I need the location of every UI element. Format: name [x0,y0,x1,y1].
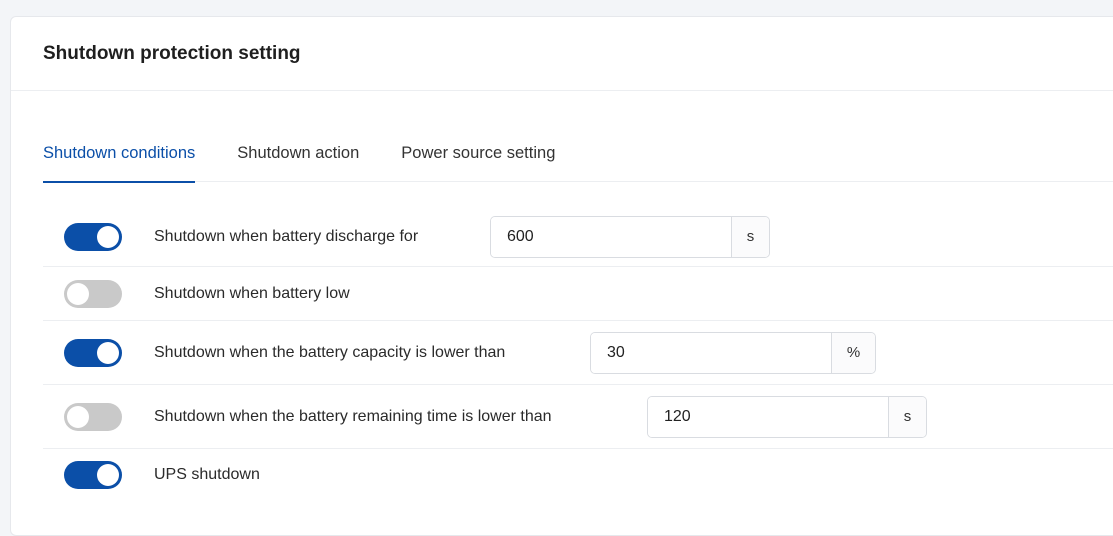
shutdown-conditions-list: Shutdown when battery discharge for s Sh… [43,207,1113,501]
toggle-knob [67,405,89,428]
condition-row-ups-shutdown: UPS shutdown [43,449,1113,501]
battery-low-toggle[interactable] [64,279,122,308]
toggle-knob [67,282,89,305]
remaining-time-unit: s [888,396,926,437]
condition-row-battery-low: Shutdown when battery low [43,267,1113,321]
card-title: Shutdown protection setting [43,42,301,64]
condition-row-remaining-time: Shutdown when the battery remaining time… [43,385,1113,449]
toggle-knob [97,225,119,248]
battery-discharge-label: Shutdown when battery discharge for [154,227,419,245]
battery-discharge-unit: s [731,216,769,257]
battery-capacity-toggle[interactable] [64,338,122,367]
ups-shutdown-label: UPS shutdown [154,466,260,483]
tab-shutdown-action[interactable]: Shutdown action [237,129,359,182]
remaining-time-input-group: s [647,395,927,438]
remaining-time-toggle[interactable] [64,402,122,431]
remaining-time-input[interactable] [648,396,888,437]
ups-shutdown-toggle[interactable] [64,461,122,489]
tab-bar: Shutdown conditions Shutdown action Powe… [43,129,1113,183]
toggle-knob [97,464,119,486]
shutdown-protection-card: Shutdown protection setting Shutdown con… [10,16,1113,536]
tab-power-source-setting[interactable]: Power source setting [401,129,555,182]
battery-capacity-input-group: % [590,331,876,374]
card-header: Shutdown protection setting [11,17,1113,91]
condition-row-battery-capacity: Shutdown when the battery capacity is lo… [43,321,1113,385]
battery-low-label: Shutdown when battery low [154,284,350,302]
toggle-knob [97,341,119,364]
tab-shutdown-conditions[interactable]: Shutdown conditions [43,129,196,183]
battery-discharge-input-group: s [490,215,770,258]
remaining-time-label: Shutdown when the battery remaining time… [154,407,552,425]
battery-capacity-label: Shutdown when the battery capacity is lo… [154,343,506,361]
battery-discharge-toggle[interactable] [64,222,122,251]
battery-capacity-input[interactable] [591,332,831,373]
condition-row-battery-discharge: Shutdown when battery discharge for s [43,207,1113,267]
battery-discharge-input[interactable] [491,216,731,257]
battery-capacity-unit: % [831,332,875,373]
